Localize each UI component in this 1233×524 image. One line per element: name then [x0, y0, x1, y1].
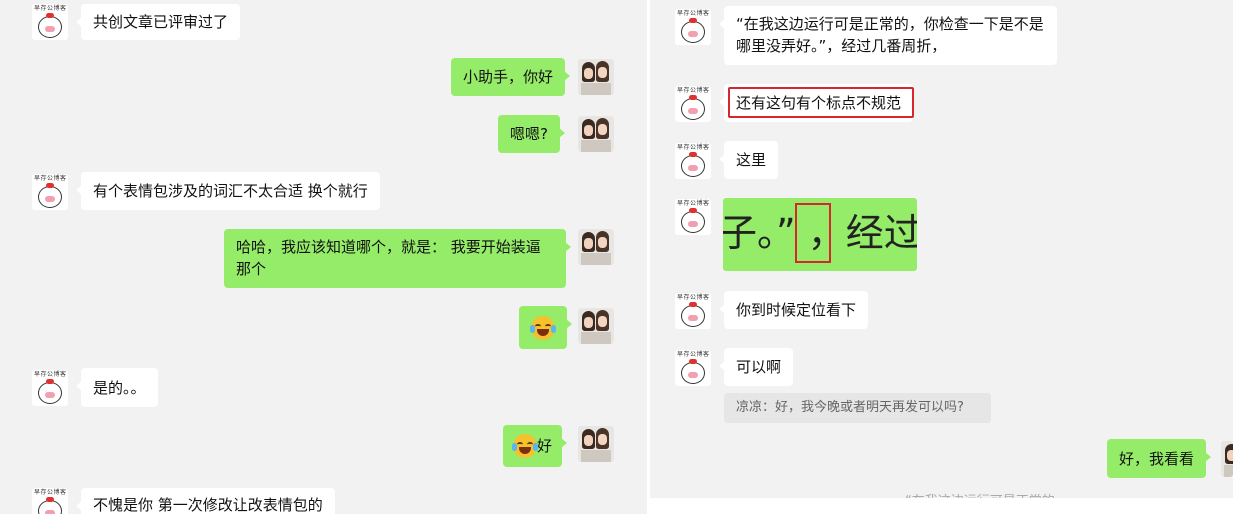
left-chat-panel: 早存公博客 共创文章已评审过了 小助手，你好 嗯嗯? 早存公博客 有个表情包涉及…: [0, 0, 647, 514]
message-bubble[interactable]: 是的。。: [76, 368, 158, 407]
message-bubble[interactable]: 小助手，你好: [451, 58, 571, 96]
zoomed-screenshot-image[interactable]: 子。” ，经过: [723, 198, 917, 271]
my-avatar[interactable]: [578, 116, 614, 152]
message-bubble[interactable]: 这里: [718, 141, 779, 179]
my-avatar[interactable]: [1221, 441, 1233, 477]
emoji-message-bubble[interactable]: 好: [503, 425, 568, 467]
message-bubble[interactable]: 好，我看看: [1107, 439, 1212, 478]
cutoff-message-preview: “在我这边运行可是正常的: [905, 490, 1205, 498]
contact-avatar[interactable]: 早存公博客: [675, 9, 711, 45]
my-avatar[interactable]: [578, 308, 614, 344]
message-bubble[interactable]: 不愧是你 第一次修改让改表情包的: [76, 488, 335, 514]
message-bubble[interactable]: 嗯嗯?: [498, 115, 565, 153]
contact-avatar[interactable]: 早存公博客: [675, 199, 711, 235]
contact-avatar[interactable]: 早存公博客: [32, 4, 68, 40]
contact-avatar[interactable]: 早存公博客: [32, 488, 68, 514]
message-bubble[interactable]: “在我这边运行可是正常的，你检查一下是不是哪里没弄好。”，经过几番周折，: [719, 6, 1057, 65]
my-avatar[interactable]: [578, 59, 614, 95]
message-bubble[interactable]: 你到时候定位看下: [718, 291, 869, 329]
contact-avatar[interactable]: 早存公博客: [32, 370, 68, 406]
message-bubble[interactable]: 哈哈，我应该知道哪个，就是： 我要开始装逼那个: [224, 229, 571, 288]
message-bubble[interactable]: 可以啊: [718, 348, 794, 386]
message-bubble[interactable]: 还有这句有个标点不规范: [718, 84, 914, 122]
my-avatar[interactable]: [578, 426, 614, 462]
contact-avatar[interactable]: 早存公博客: [675, 86, 711, 122]
contact-avatar[interactable]: 早存公博客: [675, 143, 711, 179]
my-avatar[interactable]: [578, 229, 614, 265]
laughing-tears-emoji-icon: [530, 315, 556, 340]
quoted-message[interactable]: 凉凉：好，我今晚或者明天再发可以吗?: [724, 393, 991, 423]
message-bubble[interactable]: 有个表情包涉及的词汇不太合适 换个就行: [76, 172, 380, 210]
contact-avatar[interactable]: 早存公博客: [32, 174, 68, 210]
message-text: 好: [537, 437, 553, 455]
contact-avatar[interactable]: 早存公博客: [675, 350, 711, 386]
comma-highlight-box: [795, 203, 831, 263]
laughing-tears-emoji-icon: [512, 434, 538, 458]
message-bubble[interactable]: 共创文章已评审过了: [75, 4, 241, 40]
emoji-message-bubble[interactable]: [519, 306, 572, 349]
contact-avatar[interactable]: 早存公博客: [675, 293, 711, 329]
